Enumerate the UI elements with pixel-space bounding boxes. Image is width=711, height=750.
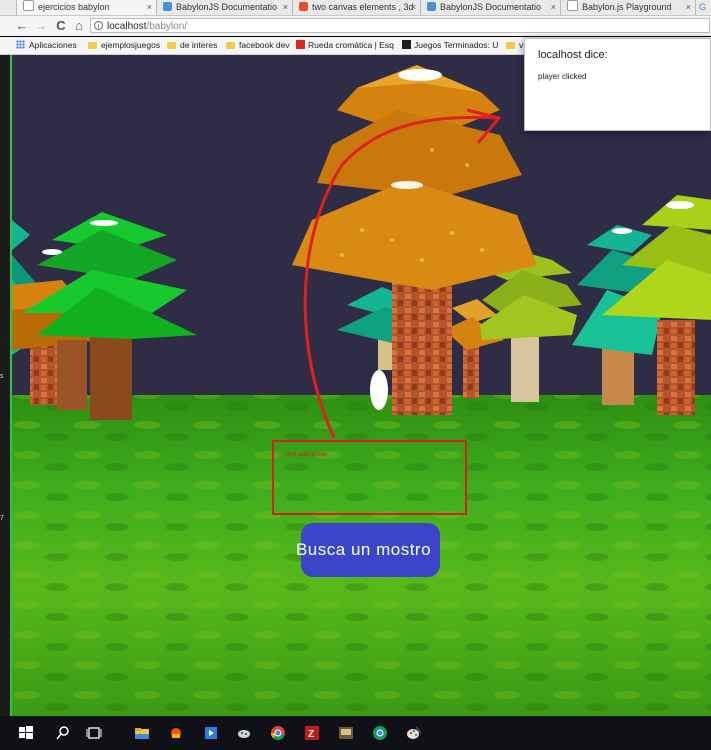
alert-dialog[interactable]: localhost dice: player clicked — [524, 38, 711, 131]
search-icon[interactable] — [55, 725, 71, 741]
background-window-edge: s 7 — [0, 55, 10, 716]
bookmark-label: Aplicaciones — [29, 40, 77, 50]
edge-mark: 7 — [0, 515, 4, 522]
alert-message: player clicked — [538, 72, 587, 81]
tab-babylon-playground[interactable]: Babylon.js Playground × — [560, 0, 695, 15]
chrome-icon[interactable] — [270, 725, 286, 741]
apps-icon — [16, 40, 25, 49]
windows-icon[interactable] — [18, 725, 34, 741]
tab-babylon-docs-1[interactable]: BabylonJS Documentatio × — [156, 0, 292, 15]
google-icon: G — [699, 2, 707, 12]
close-tab-icon[interactable]: × — [686, 0, 691, 15]
site-info-icon[interactable]: i — [94, 21, 103, 30]
page-icon — [567, 0, 578, 11]
paint-brush-icon[interactable] — [406, 725, 422, 741]
tab-label: BabylonJS Documentatio — [440, 2, 542, 12]
busca-mostro-label: Busca un mostro — [295, 540, 432, 559]
bookmark-label: de interes — [180, 40, 218, 50]
jt-icon — [402, 40, 411, 49]
windows-taskbar: Z — [0, 716, 711, 750]
tab-google[interactable]: G — [695, 0, 711, 15]
bookmark-label: ejemplosjuegos — [101, 40, 161, 50]
store-icon[interactable] — [168, 725, 184, 741]
close-tab-icon[interactable]: × — [551, 0, 556, 15]
bookmark-juegos-terminados[interactable]: Juegos Terminados: U — [402, 37, 498, 54]
task-view-icon[interactable] — [86, 725, 102, 741]
busca-mostro-button[interactable]: Busca un mostro — [296, 523, 440, 577]
chrome-icon-2[interactable] — [372, 725, 388, 741]
close-tab-icon[interactable]: × — [147, 0, 152, 15]
bookmark-rueda-cromatica[interactable]: Rueda cromática | Esq — [296, 37, 394, 54]
bookmark-aplicaciones[interactable]: Aplicaciones — [16, 37, 77, 54]
bookmark-label: facebook dev — [239, 40, 290, 50]
tab-label: two canvas elements , 3d — [312, 2, 414, 12]
edge-mark: s — [0, 373, 4, 380]
url-path: /babylon/ — [146, 21, 188, 32]
babylon-icon — [427, 2, 436, 11]
bookmark-ejemplosjuegos[interactable]: ejemplosjuegos — [88, 37, 160, 54]
bookmark-de-interes[interactable]: de interes — [167, 37, 217, 54]
url-input[interactable]: i localhost/babylon/ — [90, 18, 710, 33]
hud-hint-text: click aqui fellow — [285, 452, 327, 458]
tab-label: Babylon.js Playground — [582, 2, 672, 12]
close-tab-icon[interactable]: × — [283, 0, 288, 15]
folder-icon — [167, 42, 176, 49]
browser-tab-bar: ejercicios babylon × BabylonJS Documenta… — [0, 0, 711, 16]
player-ghost[interactable] — [370, 370, 388, 410]
page-icon — [23, 0, 34, 11]
babylon-canvas[interactable] — [10, 55, 711, 716]
bookmark-label: Rueda cromática | Esq — [308, 40, 394, 50]
tab-label: ejercicios babylon — [38, 2, 110, 12]
adobe-icon — [296, 40, 305, 49]
home-button[interactable]: ⌂ — [72, 18, 86, 34]
svg-text:Z: Z — [308, 729, 314, 740]
bookmark-facebook-dev[interactable]: facebook dev — [226, 37, 290, 54]
folder-icon — [226, 42, 235, 49]
folder-icon — [88, 42, 97, 49]
babylon-icon — [163, 2, 172, 11]
address-bar-row: ← → C ⌂ i localhost/babylon/ — [0, 16, 711, 36]
file-explorer-icon[interactable] — [134, 725, 150, 741]
url-host: localhost — [107, 21, 147, 32]
tab-babylon-docs-2[interactable]: BabylonJS Documentatio × — [420, 0, 560, 15]
app-icon[interactable] — [338, 725, 354, 741]
media-icon[interactable] — [203, 725, 219, 741]
tab-ejercicios-babylon[interactable]: ejercicios babylon × — [16, 0, 156, 15]
alert-title: localhost dice: — [538, 49, 608, 61]
paint-icon[interactable] — [236, 725, 252, 741]
forward-button[interactable]: → — [34, 18, 48, 34]
close-tab-icon[interactable]: × — [411, 0, 416, 15]
html5-icon — [299, 2, 308, 11]
tab-two-canvas[interactable]: two canvas elements , 3d × — [292, 0, 420, 15]
bookmark-label: v — [519, 40, 524, 50]
reload-button[interactable]: C — [54, 18, 68, 34]
folder-icon — [506, 42, 515, 49]
tab-label: BabylonJS Documentatio — [176, 2, 278, 12]
back-button[interactable]: ← — [15, 18, 29, 34]
bookmark-label: Juegos Terminados: U — [414, 40, 499, 50]
bookmark-v[interactable]: v — [506, 37, 523, 54]
filezilla-icon[interactable]: Z — [304, 725, 320, 741]
forest-scene — [12, 55, 711, 716]
